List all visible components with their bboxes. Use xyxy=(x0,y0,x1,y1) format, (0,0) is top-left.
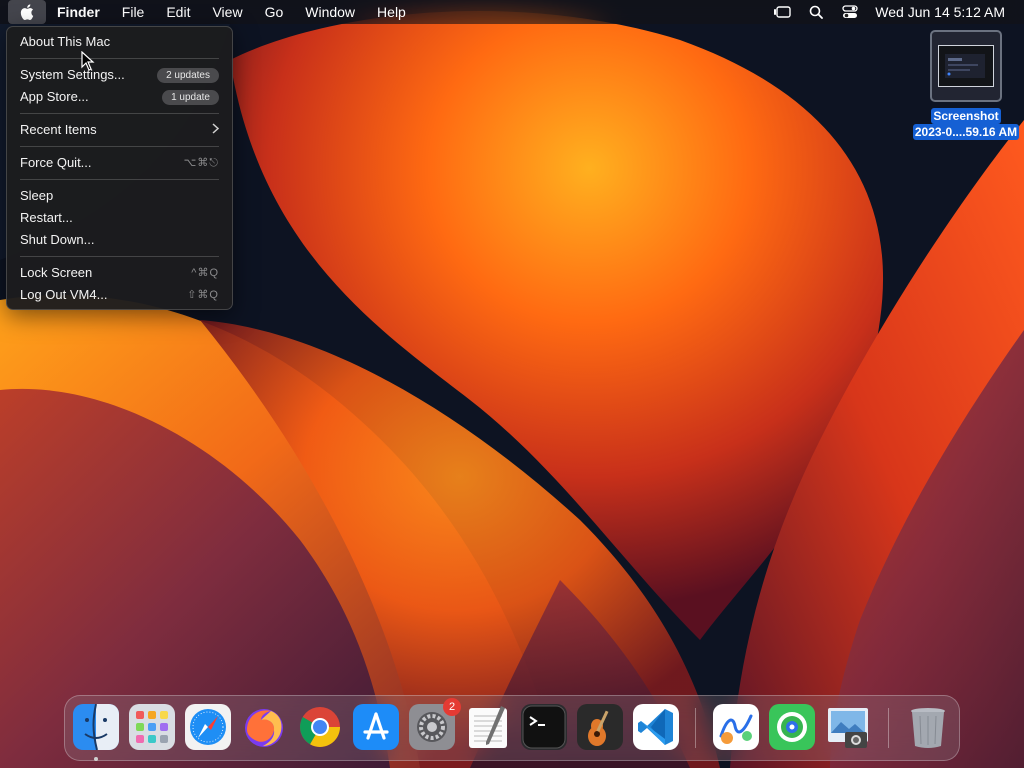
running-indicator xyxy=(94,757,98,761)
notification-badge: 2 xyxy=(443,698,461,716)
menu-item-restart[interactable]: Restart... xyxy=(7,207,232,229)
dock-terminal-icon[interactable] xyxy=(521,704,567,750)
dock-finder-icon[interactable] xyxy=(73,704,119,750)
menu-separator xyxy=(20,179,219,180)
menu-item-shut-down[interactable]: Shut Down... xyxy=(7,229,232,251)
menu-item-label: Log Out VM4... xyxy=(20,287,108,302)
dock-textedit-icon[interactable] xyxy=(465,704,511,750)
keyboard-shortcut: ⇧⌘Q xyxy=(187,289,219,301)
dock-chrome-icon[interactable] xyxy=(297,704,343,750)
menu-item-label: Force Quit... xyxy=(20,155,92,170)
menu-separator xyxy=(20,256,219,257)
dock-freeform-icon[interactable] xyxy=(713,704,759,750)
menu-item-lock-screen[interactable]: Lock Screen ^⌘Q xyxy=(7,262,232,284)
menu-app-name[interactable]: Finder xyxy=(46,0,111,24)
menu-bar: Finder File Edit View Go Window Help Wed… xyxy=(0,0,1024,24)
spotlight-search-icon[interactable] xyxy=(799,0,833,24)
menu-item-recent-items[interactable]: Recent Items xyxy=(7,119,232,141)
menu-window[interactable]: Window xyxy=(294,0,366,24)
dock-garageband-icon[interactable] xyxy=(577,704,623,750)
stage-manager-icon[interactable] xyxy=(765,0,799,24)
menu-file[interactable]: File xyxy=(111,0,156,24)
dock-firefox-icon[interactable] xyxy=(241,704,287,750)
menu-separator xyxy=(20,146,219,147)
menu-item-label: Sleep xyxy=(20,188,54,203)
menu-item-sleep[interactable]: Sleep xyxy=(7,185,232,207)
menu-item-log-out[interactable]: Log Out VM4... ⇧⌘Q xyxy=(7,284,232,306)
mouse-cursor-icon xyxy=(81,50,95,76)
desktop-file-screenshot[interactable]: Screenshot 2023-0....59.16 AM xyxy=(908,30,1024,141)
menu-view[interactable]: View xyxy=(201,0,253,24)
menu-item-about-this-mac[interactable]: About This Mac xyxy=(7,31,232,53)
menu-separator xyxy=(20,58,219,59)
menu-item-label: Recent Items xyxy=(20,122,97,137)
apple-menu-button[interactable] xyxy=(8,0,46,24)
dock-preview-icon[interactable] xyxy=(825,704,871,750)
dock: 2 xyxy=(64,695,960,761)
dock-system-settings-icon[interactable]: 2 xyxy=(409,698,461,750)
menu-item-force-quit[interactable]: Force Quit... ⌥⌘⎋ xyxy=(7,152,232,174)
menu-item-label: Lock Screen xyxy=(20,265,93,280)
menu-item-label: Restart... xyxy=(20,210,73,225)
updates-badge: 2 updates xyxy=(157,67,219,83)
dock-vscode-icon[interactable] xyxy=(633,704,679,750)
dock-app-store-icon[interactable] xyxy=(353,704,399,750)
dock-separator xyxy=(888,708,889,748)
screenshot-thumbnail-icon xyxy=(930,30,1002,102)
menu-help[interactable]: Help xyxy=(366,0,417,24)
chevron-right-icon xyxy=(212,119,220,141)
updates-badge: 1 update xyxy=(162,89,219,105)
control-center-icon[interactable] xyxy=(833,0,867,24)
menu-bar-clock[interactable]: Wed Jun 14 5:12 AM xyxy=(867,4,1024,20)
menu-item-label: App Store... xyxy=(20,89,89,104)
menu-separator xyxy=(20,113,219,114)
apple-menu-dropdown: About This Mac System Settings... 2 upda… xyxy=(6,26,233,310)
dock-separator xyxy=(695,708,696,748)
apple-logo-icon xyxy=(20,4,34,20)
keyboard-shortcut: ^⌘Q xyxy=(191,267,219,279)
menu-item-label: About This Mac xyxy=(20,34,111,49)
menu-item-system-settings[interactable]: System Settings... 2 updates xyxy=(7,64,232,86)
dock-find-my-icon[interactable] xyxy=(769,704,815,750)
menu-item-app-store[interactable]: App Store... 1 update xyxy=(7,86,232,108)
menu-edit[interactable]: Edit xyxy=(155,0,201,24)
dock-safari-icon[interactable] xyxy=(185,704,231,750)
desktop-file-label-line2: 2023-0....59.16 AM xyxy=(912,124,1020,140)
desktop-file-label-line1: Screenshot xyxy=(931,108,1001,124)
keyboard-shortcut: ⌥⌘⎋ xyxy=(183,157,219,169)
dock-trash-icon[interactable] xyxy=(905,704,951,750)
dock-launchpad-icon[interactable] xyxy=(129,704,175,750)
menu-item-label: Shut Down... xyxy=(20,232,95,247)
menu-go[interactable]: Go xyxy=(254,0,295,24)
